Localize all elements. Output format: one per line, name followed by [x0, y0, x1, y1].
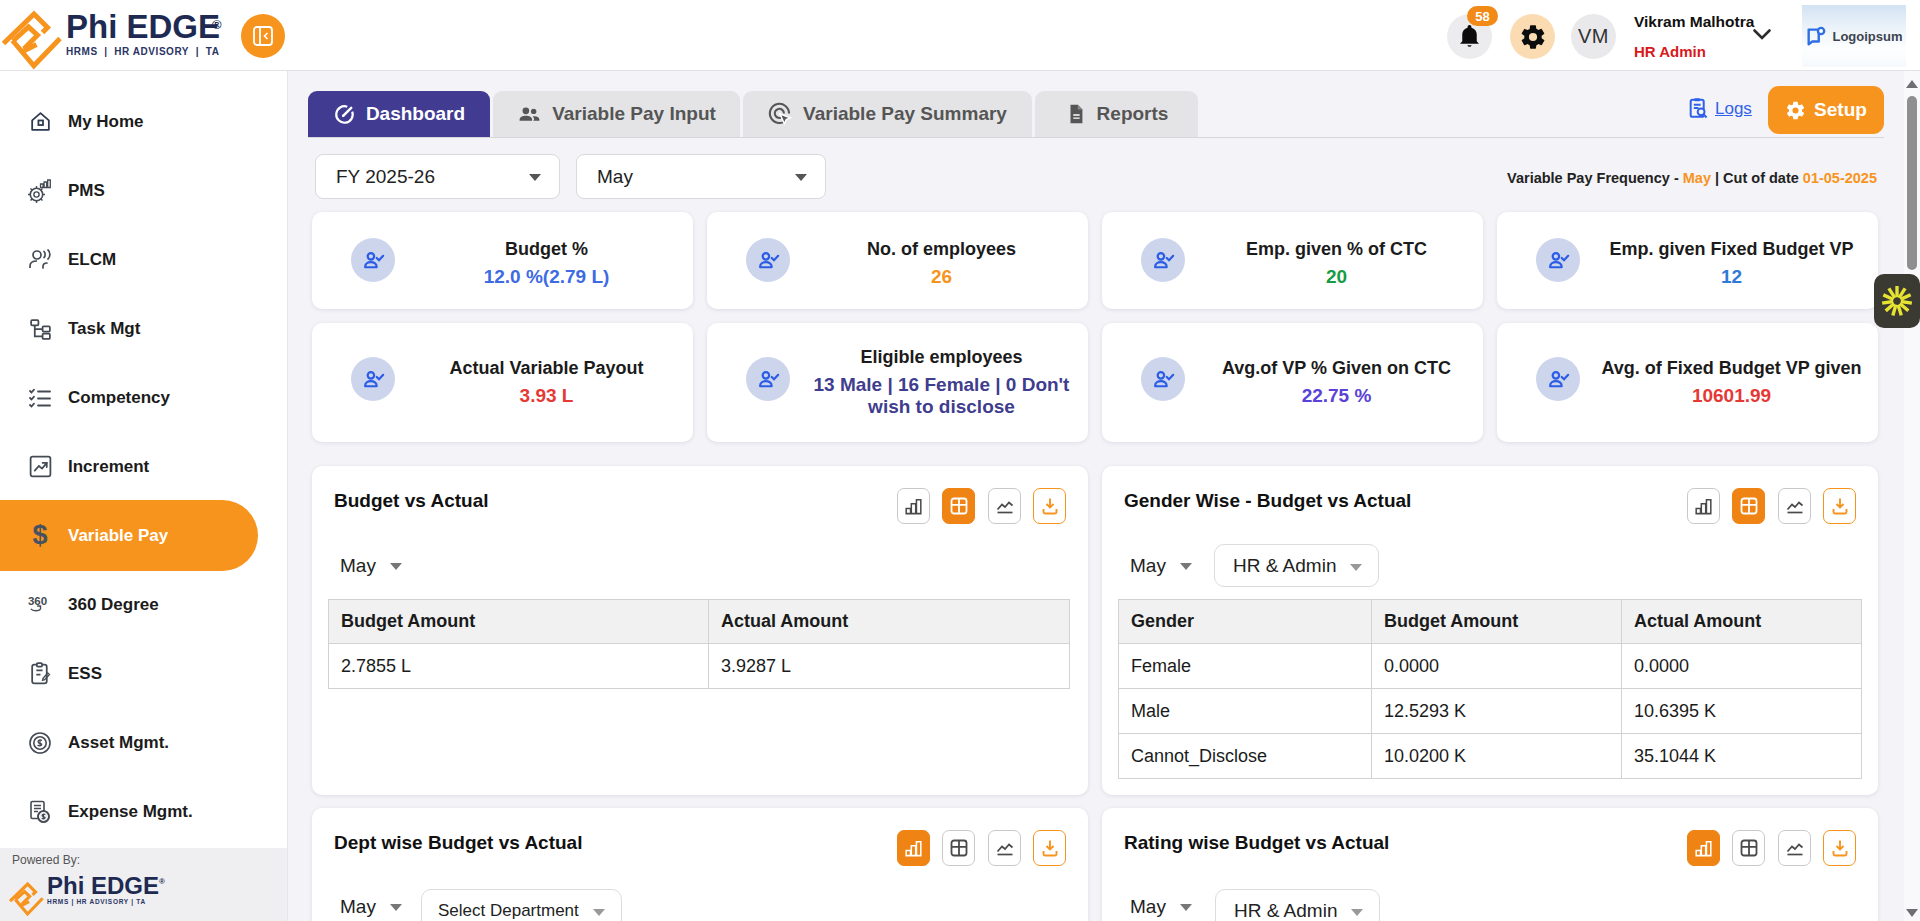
svg-text:360: 360 [28, 595, 47, 607]
